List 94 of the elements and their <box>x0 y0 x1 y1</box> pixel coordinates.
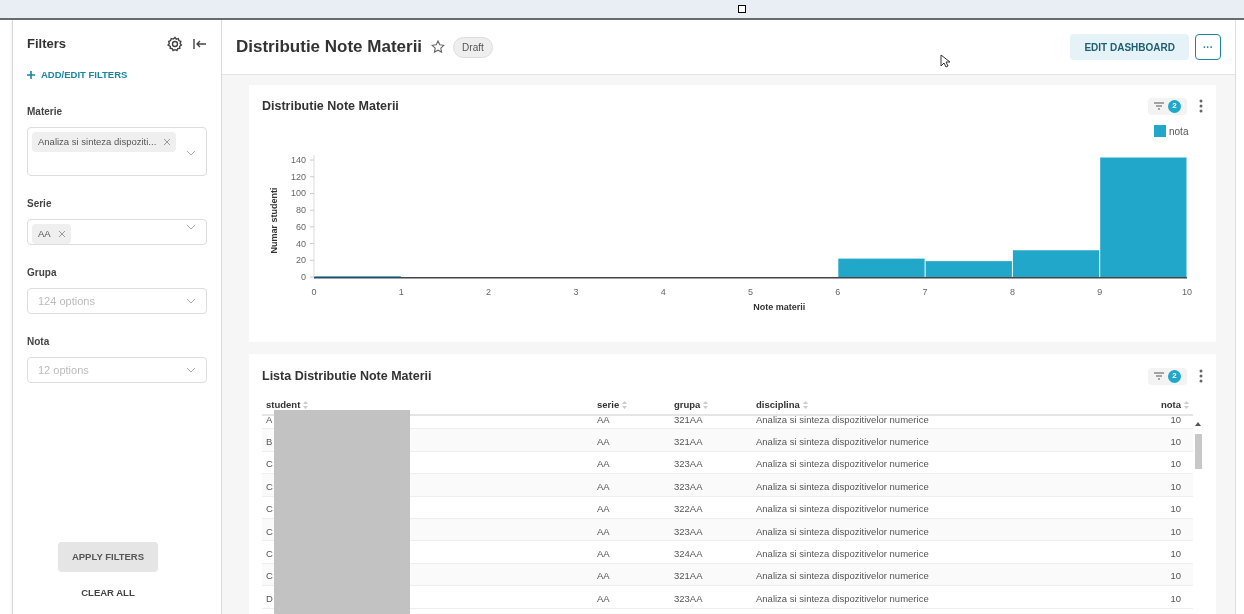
table-cell: AA <box>597 480 610 492</box>
table-cell: C <box>266 503 273 515</box>
table-cell: 10 <box>1170 592 1181 604</box>
table-cell: 321AA <box>674 436 703 448</box>
table-cell: Analiza si sinteza dispozitivelor numerice <box>756 480 929 492</box>
table-cell: A <box>266 416 273 425</box>
y-tick-label: 140 <box>290 155 306 165</box>
table-cell: Analiza si sinteza dispozitivelor numerice <box>756 503 929 515</box>
filter-count-badge: 2 <box>1168 99 1181 113</box>
more-options-button[interactable]: ··· <box>1195 34 1221 60</box>
status-badge: Draft <box>453 36 493 58</box>
table-cell: 10 <box>1170 416 1181 425</box>
x-axis-title: Note materii <box>753 302 806 312</box>
table-cell: Analiza si sinteza dispozitivelor numerice <box>756 548 929 560</box>
table-cell: C <box>266 570 273 582</box>
table-cell: 323AA <box>674 458 703 470</box>
y-tick-label: 120 <box>290 171 306 182</box>
table-cell: D <box>266 592 273 604</box>
table-cell: AA <box>597 548 610 560</box>
table-cell: 323AA <box>674 592 703 604</box>
table-cell: 324AA <box>674 548 703 560</box>
add-filters-link[interactable]: ADD/EDIT FILTERS <box>27 67 207 82</box>
table-cell: 323AA <box>674 480 703 492</box>
table-cell: C <box>266 480 273 492</box>
table-cell: AA <box>597 503 610 515</box>
select-field[interactable]: Analiza si sinteza dispoziti... <box>27 126 207 176</box>
y-tick-label: 40 <box>296 238 306 249</box>
table-cell: Analiza si sinteza dispozitivelor numerice <box>756 416 929 425</box>
sidebar-title: Filters <box>27 35 66 53</box>
table-cell: C <box>266 548 273 560</box>
table-cell: 10 <box>1170 480 1181 492</box>
legend-label[interactable]: nota <box>1169 126 1189 137</box>
column-header[interactable]: disciplina <box>756 397 800 413</box>
column-header[interactable]: student <box>266 397 301 413</box>
x-tick-label: 9 <box>1097 287 1103 297</box>
table-cell: 10 <box>1170 436 1181 448</box>
table-cell: Analiza si sinteza dispozitivelor numerice <box>756 525 929 537</box>
table-cell: AA <box>597 458 610 470</box>
apply-filters-button[interactable]: APPLY FILTERS <box>57 541 159 572</box>
x-tick-label: 5 <box>748 287 753 297</box>
filter-label: Grupa <box>27 265 58 280</box>
x-tick-label: 3 <box>573 287 579 297</box>
table-cell: AA <box>597 570 610 582</box>
table-cell: 322AA <box>674 503 703 515</box>
table-cell: AA <box>597 525 610 537</box>
select-field[interactable]: AA <box>27 218 207 245</box>
x-tick-label: 2 <box>486 287 492 297</box>
x-tick-label: 8 <box>1009 287 1015 297</box>
table-cell: 10 <box>1170 458 1181 470</box>
table-cell: 321AA <box>674 570 703 582</box>
y-tick-label: 100 <box>290 188 306 199</box>
x-tick-label: 0 <box>311 287 317 297</box>
table-cell: C <box>266 458 273 470</box>
x-tick-label: 6 <box>835 287 841 297</box>
table-cell: 10 <box>1170 525 1181 537</box>
filter-label: Nota <box>27 334 51 349</box>
y-tick-label: 0 <box>301 272 306 282</box>
table-cell: C <box>266 525 273 537</box>
table-cell: 321AA <box>674 416 703 425</box>
filter-label: Serie <box>27 196 53 211</box>
table-cell: 323AA <box>674 525 703 537</box>
x-tick-label: 10 <box>1182 287 1192 297</box>
selected-tag: Analiza si sinteza dispoziti... <box>32 131 177 152</box>
y-tick-label: 20 <box>296 255 306 266</box>
table-cell: AA <box>597 416 610 425</box>
table-cell: AA <box>597 592 610 604</box>
chart-title: Distributie Note Materii <box>262 97 399 115</box>
column-header[interactable]: grupa <box>674 397 701 413</box>
table-cell: 10 <box>1170 503 1181 515</box>
x-tick-label: 1 <box>398 287 404 297</box>
x-tick-label: 7 <box>922 287 928 297</box>
table-cell: Analiza si sinteza dispozitivelor numerice <box>756 570 929 582</box>
placeholder-text: 124 options <box>38 293 96 309</box>
filter-label: Materie <box>27 104 63 119</box>
selected-tag: AA <box>32 223 71 244</box>
dashboard-title: Distributie Note Materii <box>236 36 423 59</box>
y-tick-label: 80 <box>296 205 306 216</box>
table-cell: AA <box>597 436 610 448</box>
clear-all-button[interactable]: CLEAR ALL <box>81 585 135 600</box>
y-tick-label: 60 <box>296 221 306 232</box>
filter-count-badge: 2 <box>1168 369 1181 383</box>
column-header[interactable]: nota <box>1160 397 1181 413</box>
table-cell: Analiza si sinteza dispozitivelor numerice <box>756 458 929 470</box>
edit-dashboard-button[interactable]: EDIT DASHBOARD <box>1070 34 1189 60</box>
table-title: Lista Distributie Note Materii <box>262 367 432 385</box>
table-cell: 10 <box>1170 570 1181 582</box>
x-tick-label: 4 <box>660 287 666 297</box>
placeholder-text: 12 options <box>38 362 90 378</box>
table-cell: Analiza si sinteza dispozitivelor numerice <box>756 436 929 448</box>
table-cell: B <box>266 436 273 448</box>
table-cell: Analiza si sinteza dispozitivelor numerice <box>756 592 929 604</box>
y-axis-title: Numar studenti <box>269 187 279 254</box>
table-cell: 10 <box>1170 548 1181 560</box>
column-header[interactable]: serie <box>597 397 620 413</box>
